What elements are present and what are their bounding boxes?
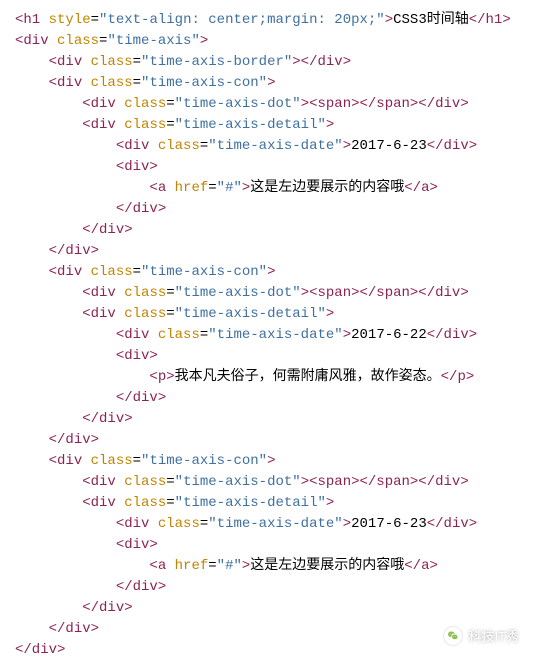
code-line: </div> — [15, 430, 529, 451]
code-line: <div class="time-axis-detail"> — [15, 493, 529, 514]
code-line: <div class="time-axis-dot"><span></span>… — [15, 283, 529, 304]
code-line: <div class="time-axis-detail"> — [15, 115, 529, 136]
code-line: <a href="#">这是左边要展示的内容哦</a> — [15, 178, 529, 199]
code-line: <div class="time-axis-date">2017-6-23</d… — [15, 136, 529, 157]
code-line: <div class="time-axis-detail"> — [15, 304, 529, 325]
code-line: <div class="time-axis-date">2017-6-23</d… — [15, 514, 529, 535]
code-line: </div> — [15, 577, 529, 598]
code-line: <div class="time-axis-date">2017-6-22</d… — [15, 325, 529, 346]
code-line: </div> — [15, 241, 529, 262]
code-line: <div> — [15, 535, 529, 556]
code-line: </div> — [15, 598, 529, 619]
code-line: </div> — [15, 220, 529, 241]
watermark: 科技IT秀 — [444, 627, 519, 647]
code-line: <div class="time-axis-con"> — [15, 451, 529, 472]
code-line: <h1 style="text-align: center;margin: 20… — [15, 10, 529, 31]
code-block: <h1 style="text-align: center;margin: 20… — [15, 10, 529, 661]
code-line: <div class="time-axis-con"> — [15, 73, 529, 94]
code-line: <div class="time-axis-dot"><span></span>… — [15, 94, 529, 115]
code-line: <a href="#">这是左边要展示的内容哦</a> — [15, 556, 529, 577]
code-line: <div class="time-axis-dot"><span></span>… — [15, 472, 529, 493]
code-line: <div class="time-axis-con"> — [15, 262, 529, 283]
watermark-text: 科技IT秀 — [468, 627, 519, 647]
code-line: </div> — [15, 388, 529, 409]
code-line: <div class="time-axis-border"></div> — [15, 52, 529, 73]
code-line: </div> — [15, 199, 529, 220]
code-line: <div> — [15, 346, 529, 367]
wechat-icon — [444, 627, 462, 645]
code-line: <p>我本凡夫俗子，何需附庸风雅，故作姿态。</p> — [15, 367, 529, 388]
code-line: </div> — [15, 409, 529, 430]
code-line: <div class="time-axis"> — [15, 31, 529, 52]
code-line: <div> — [15, 157, 529, 178]
